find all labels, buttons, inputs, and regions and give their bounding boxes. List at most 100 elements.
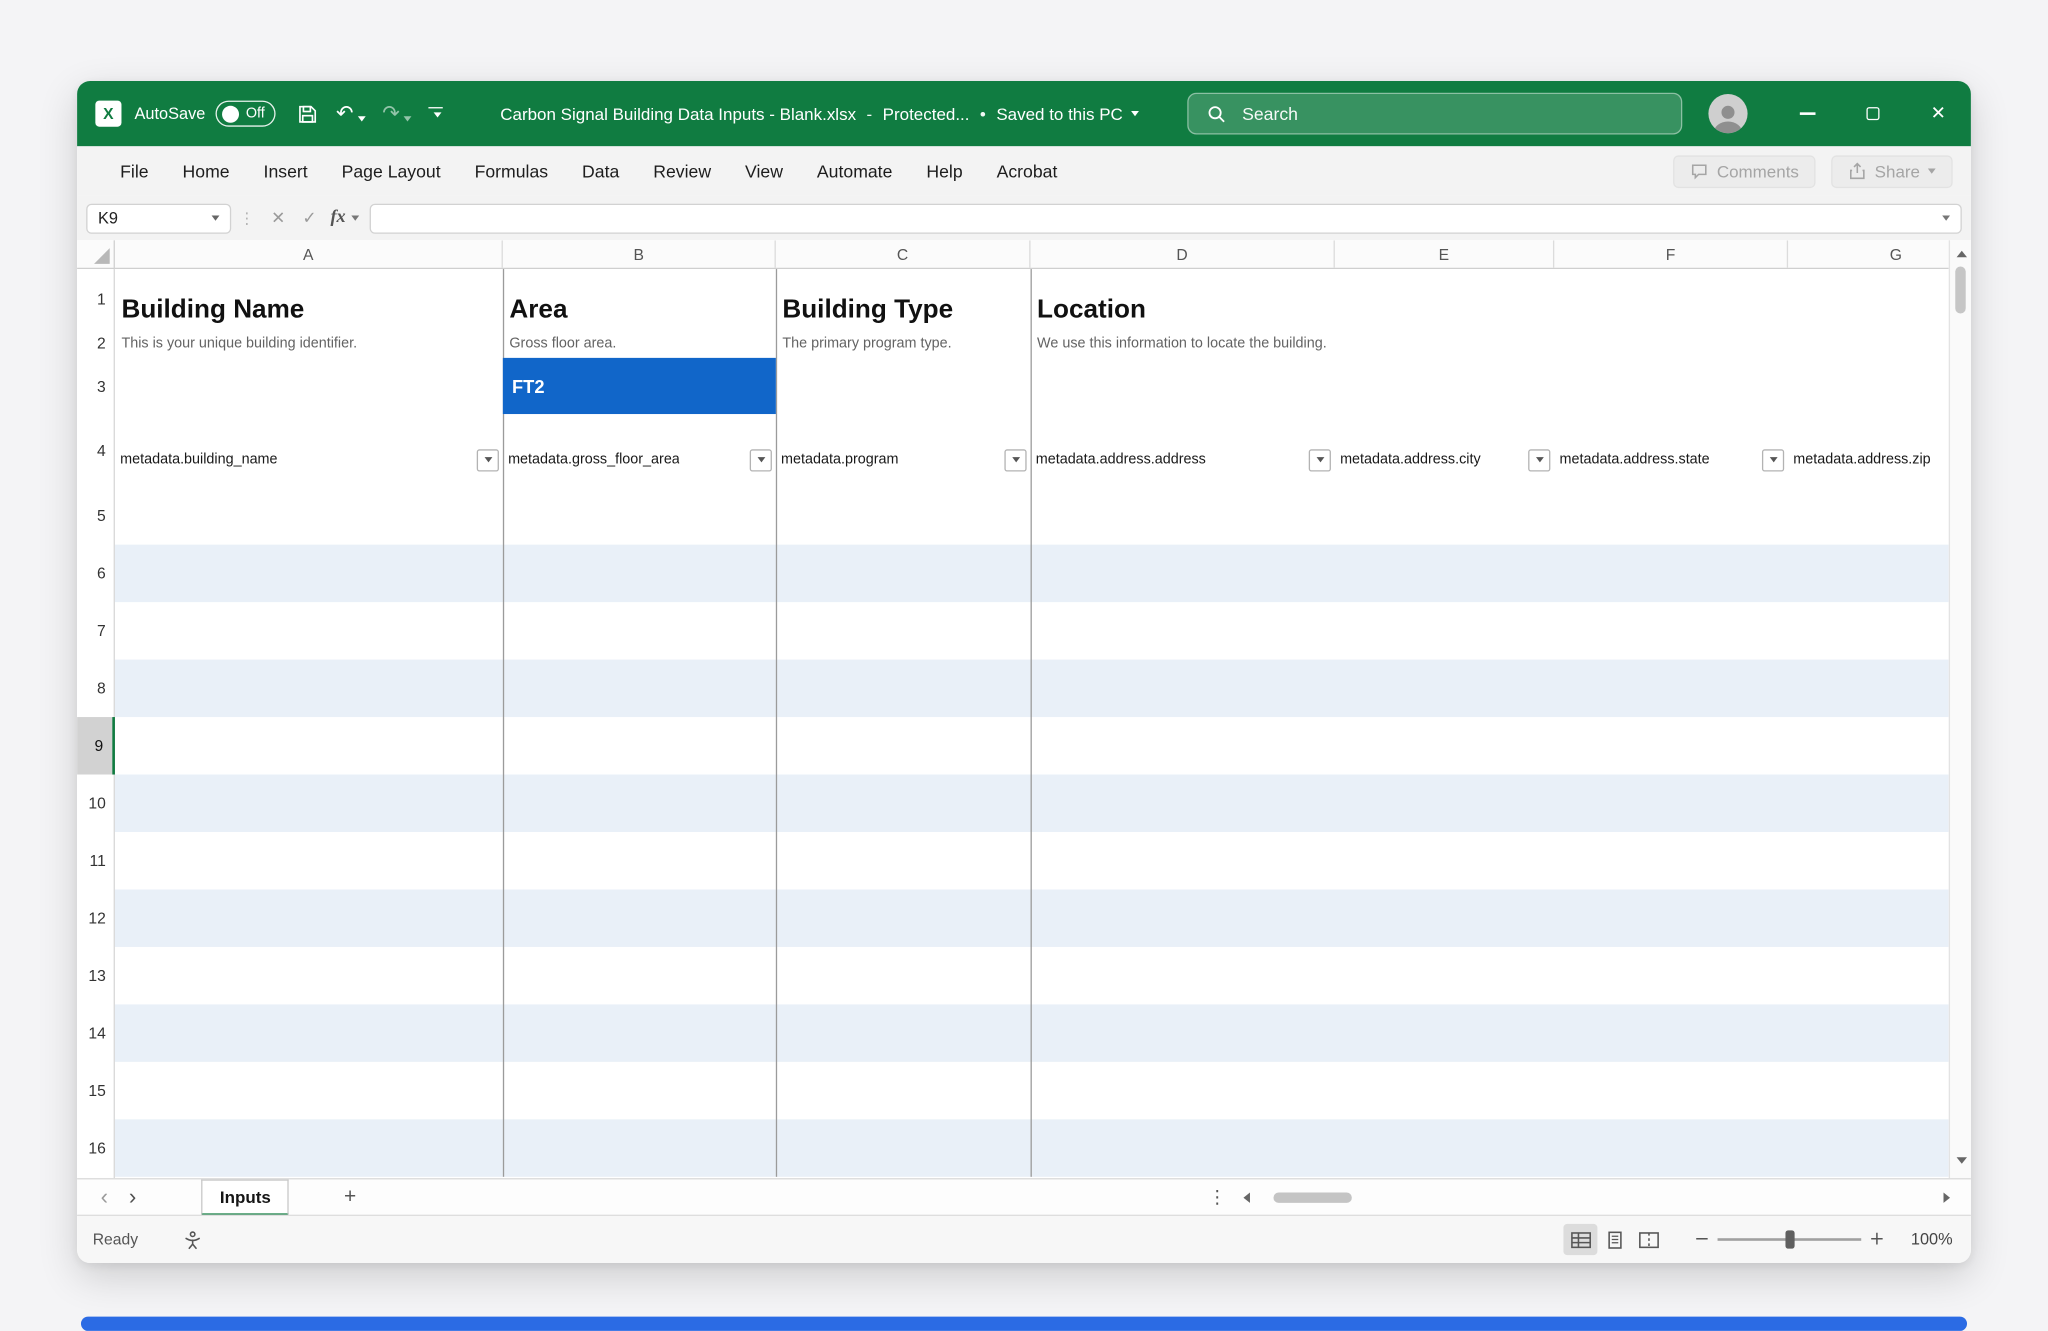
customize-quick-access-button[interactable]: [428, 107, 442, 121]
redo-button[interactable]: ↷: [382, 103, 411, 124]
normal-view-button[interactable]: [1563, 1224, 1597, 1255]
menu-tab-acrobat[interactable]: Acrobat: [980, 146, 1075, 196]
row-header-4[interactable]: 4: [77, 414, 115, 487]
expand-formula-bar-icon[interactable]: [1942, 216, 1950, 221]
menu-tab-data[interactable]: Data: [565, 146, 636, 196]
select-all-button[interactable]: [77, 240, 115, 269]
zoom-out-button[interactable]: −: [1689, 1229, 1715, 1250]
row-header-9-selected[interactable]: 9: [77, 717, 115, 774]
field-dropdown-button[interactable]: [750, 449, 772, 471]
row-header-8[interactable]: 8: [77, 660, 115, 717]
column-header-b[interactable]: B: [503, 240, 776, 269]
row-header-6[interactable]: 6: [77, 545, 115, 602]
name-box[interactable]: K9: [86, 203, 231, 233]
field-dropdown-button[interactable]: [1528, 449, 1550, 471]
field-dropdown-button[interactable]: [477, 449, 499, 471]
menu-tab-help[interactable]: Help: [909, 146, 979, 196]
menu-tab-page-layout[interactable]: Page Layout: [325, 146, 458, 196]
row-header-10[interactable]: 10: [77, 775, 115, 832]
page-layout-view-button[interactable]: [1597, 1224, 1631, 1255]
row-header-2[interactable]: 2: [77, 328, 115, 358]
maximize-button[interactable]: [1840, 81, 1905, 146]
zoom-level[interactable]: 100%: [1903, 1230, 1953, 1248]
scroll-right-icon[interactable]: [1944, 1192, 1951, 1202]
row-header-1[interactable]: 1: [77, 269, 115, 328]
cell-b2-description[interactable]: Gross floor area.: [503, 328, 617, 358]
enter-entry-button[interactable]: ✓: [294, 208, 325, 228]
insert-function-button[interactable]: fx: [330, 208, 358, 229]
share-button[interactable]: Share: [1832, 155, 1953, 188]
menu-tab-view[interactable]: View: [728, 146, 800, 196]
menu-tab-review[interactable]: Review: [636, 146, 728, 196]
row-header-12[interactable]: 12: [77, 889, 115, 946]
window-title[interactable]: Carbon Signal Building Data Inputs - Bla…: [500, 81, 1138, 146]
scroll-up-icon[interactable]: [1956, 251, 1966, 258]
horizontal-scrollbar[interactable]: [1243, 1179, 1950, 1216]
user-avatar[interactable]: [1708, 94, 1747, 133]
menu-tab-home[interactable]: Home: [166, 146, 247, 196]
cell-c4-field[interactable]: metadata.program: [776, 414, 1031, 487]
row-header-11[interactable]: 11: [77, 832, 115, 889]
sheet-cells[interactable]: Building Name Area Building Type Locatio…: [115, 269, 1949, 1178]
autosave-toggle[interactable]: Off: [216, 101, 276, 127]
zoom-in-button[interactable]: +: [1864, 1229, 1890, 1250]
cell-a1-title[interactable]: Building Name: [115, 269, 304, 328]
field-dropdown-button[interactable]: [1309, 449, 1331, 471]
cell-e4-field[interactable]: metadata.address.city: [1335, 414, 1554, 487]
close-button[interactable]: ✕: [1906, 81, 1971, 146]
previous-sheet-button[interactable]: ‹: [90, 1186, 118, 1208]
field-dropdown-button[interactable]: [1762, 449, 1784, 471]
add-sheet-button[interactable]: +: [344, 1185, 356, 1209]
vertical-scrollbar[interactable]: [1949, 240, 1971, 1178]
cell-c2-description[interactable]: The primary program type.: [776, 328, 952, 358]
zoom-slider[interactable]: [1718, 1224, 1862, 1255]
cell-b1-title[interactable]: Area: [503, 269, 568, 328]
horizontal-scrollbar-thumb[interactable]: [1273, 1192, 1351, 1202]
accessibility-icon[interactable]: [182, 1230, 202, 1250]
row-header-14[interactable]: 14: [77, 1004, 115, 1061]
tab-bar-menu-icon[interactable]: ⋮: [1208, 1179, 1226, 1216]
save-button[interactable]: [297, 103, 319, 125]
cell-c1-title[interactable]: Building Type: [776, 269, 953, 328]
row-header-15[interactable]: 15: [77, 1062, 115, 1119]
column-header-a[interactable]: A: [115, 240, 503, 269]
row-header-7[interactable]: 7: [77, 602, 115, 659]
vertical-scrollbar-thumb[interactable]: [1955, 266, 1965, 313]
undo-button[interactable]: ↶: [336, 103, 365, 124]
cell-a2-description[interactable]: This is your unique building identifier.: [115, 328, 357, 358]
field-dropdown-button[interactable]: [1004, 449, 1026, 471]
cell-d2-description[interactable]: We use this information to locate the bu…: [1031, 328, 1327, 358]
column-header-d[interactable]: D: [1031, 240, 1335, 269]
sheet-tab-inputs[interactable]: Inputs: [202, 1179, 290, 1216]
column-header-e[interactable]: E: [1335, 240, 1554, 269]
search-box[interactable]: Search: [1187, 93, 1682, 135]
cancel-entry-button[interactable]: ✕: [263, 208, 294, 228]
excel-app-icon[interactable]: X: [95, 101, 121, 127]
next-sheet-button[interactable]: ›: [118, 1186, 146, 1208]
menu-tab-file[interactable]: File: [103, 146, 165, 196]
column-header-c[interactable]: C: [776, 240, 1031, 269]
cell-d4-field[interactable]: metadata.address.address: [1031, 414, 1335, 487]
column-header-f[interactable]: F: [1554, 240, 1788, 269]
horizontal-scrollbar-track[interactable]: [1258, 1191, 1936, 1204]
row-header-13[interactable]: 13: [77, 947, 115, 1004]
row-header-5[interactable]: 5: [77, 487, 115, 544]
menu-tab-formulas[interactable]: Formulas: [458, 146, 565, 196]
cell-a4-field[interactable]: metadata.building_name: [115, 414, 503, 487]
cell-g4-field[interactable]: metadata.address.zip: [1788, 414, 1949, 487]
column-header-g[interactable]: G: [1788, 240, 1949, 269]
cell-f4-field[interactable]: metadata.address.state: [1554, 414, 1788, 487]
minimize-button[interactable]: [1775, 81, 1840, 146]
cell-b4-field[interactable]: metadata.gross_floor_area: [503, 414, 776, 487]
scroll-left-icon[interactable]: [1243, 1192, 1250, 1202]
menu-tab-insert[interactable]: Insert: [247, 146, 325, 196]
comments-button[interactable]: Comments: [1674, 155, 1816, 188]
cell-b3-unit-selected[interactable]: FT2: [503, 358, 776, 414]
formula-input[interactable]: [369, 203, 1962, 233]
cell-d1-title[interactable]: Location: [1031, 269, 1146, 328]
page-break-preview-button[interactable]: [1631, 1224, 1665, 1255]
zoom-slider-thumb[interactable]: [1785, 1230, 1794, 1248]
scroll-down-icon[interactable]: [1956, 1157, 1966, 1164]
menu-tab-automate[interactable]: Automate: [800, 146, 909, 196]
row-header-16[interactable]: 16: [77, 1119, 115, 1176]
